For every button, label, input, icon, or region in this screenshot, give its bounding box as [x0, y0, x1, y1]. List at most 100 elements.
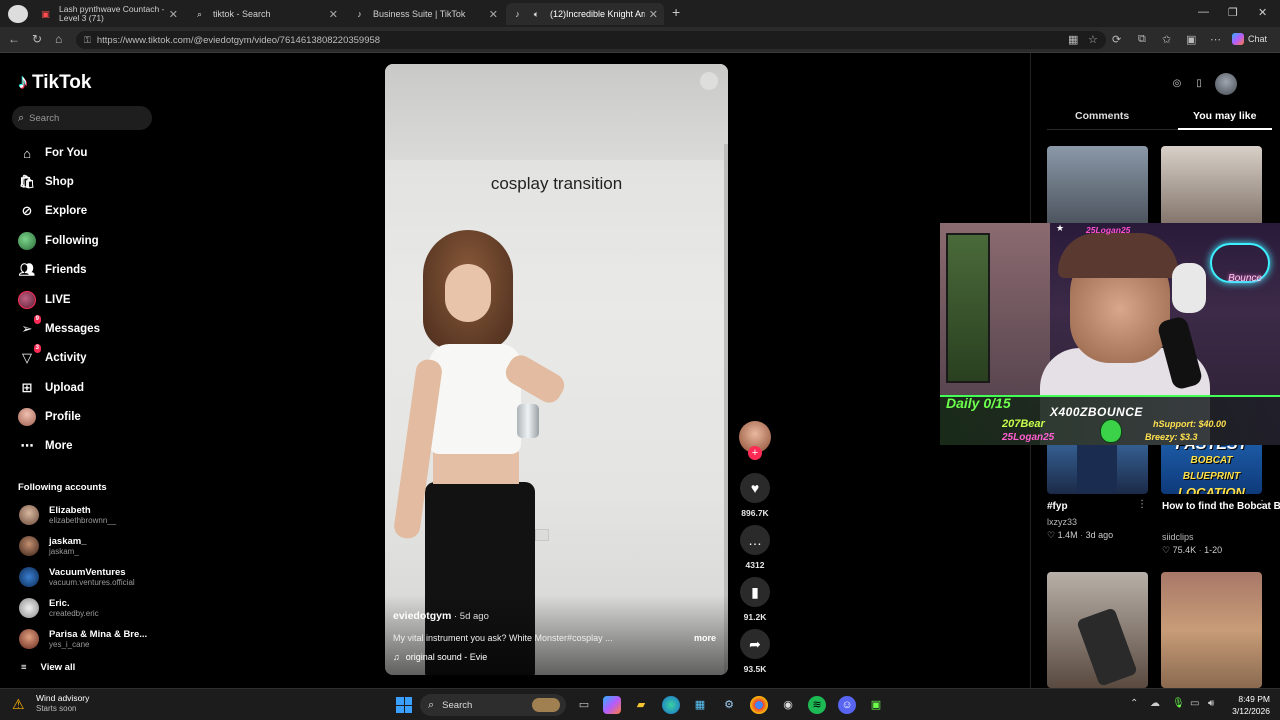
- copilot-chat-button[interactable]: Chat: [1232, 33, 1267, 45]
- favorite-star-icon[interactable]: ☆: [1088, 33, 1098, 46]
- browser-menu-icon[interactable]: [8, 5, 28, 23]
- weather-widget[interactable]: ⚠ Wind advisory Starts soon: [12, 693, 89, 714]
- close-tab-icon[interactable]: ✕: [489, 8, 498, 21]
- refresh-icon[interactable]: ↻: [32, 32, 42, 46]
- following-account[interactable]: VacuumVentures vacuum.ventures.official: [19, 565, 135, 589]
- user-avatar[interactable]: [1215, 73, 1237, 95]
- nav-following[interactable]: Following: [18, 231, 99, 251]
- video-player[interactable]: cosplay transition eviedotgym · 5d ago M…: [385, 64, 728, 675]
- search-favicon-icon: ⌕: [196, 8, 203, 19]
- card-author[interactable]: lxzyz33: [1047, 517, 1077, 527]
- site-info-icon[interactable]: ⚿: [84, 35, 91, 46]
- tab-countach[interactable]: ▣ Lash pynthwave Countach - 12 H... Leve…: [34, 3, 184, 25]
- task-view-icon[interactable]: ▭: [575, 696, 593, 714]
- following-account[interactable]: Parisa & Mina & Bre... yes_i_cane: [19, 627, 147, 651]
- video-thumbnail[interactable]: [1161, 572, 1262, 688]
- back-icon[interactable]: ←: [8, 32, 20, 46]
- tab-comments[interactable]: Comments: [1075, 110, 1129, 122]
- coin-icon[interactable]: ◎: [1171, 78, 1183, 90]
- video-thumbnail[interactable]: [1047, 572, 1148, 688]
- search-input[interactable]: ⌕ Search: [12, 106, 152, 130]
- volume-icon[interactable]: 🔊︎: [1208, 698, 1214, 709]
- stream-overlay[interactable]: Bounce ★ 25Logan25 Daily 0/15 X400ZBOUNC…: [940, 223, 1280, 445]
- split-screen-icon[interactable]: ▦: [1068, 33, 1078, 46]
- start-button[interactable]: [396, 697, 412, 713]
- store-icon[interactable]: ▦: [691, 696, 709, 714]
- video-sound[interactable]: ♫ original sound - Evie: [393, 652, 487, 662]
- nav-explore[interactable]: ⊘ Explore: [18, 201, 88, 221]
- taskbar-search[interactable]: ⌕ Search: [420, 694, 566, 716]
- tab-business-suite[interactable]: ♪ Business Suite | TikTok ✕: [348, 3, 504, 25]
- nav-upload[interactable]: ⊞ Upload: [18, 378, 84, 398]
- cloud-icon[interactable]: ☁: [1150, 698, 1160, 709]
- device-icon[interactable]: ▯: [1193, 78, 1205, 90]
- refresh-extension-icon[interactable]: ⟳: [1112, 33, 1121, 46]
- nav-messages[interactable]: ➢ 9 Messages: [18, 315, 100, 339]
- tiktok-page: ♪ TikTok ⌕ Search ⌂ For You 🛍︎ Shop ⊘ Ex…: [0, 53, 1280, 688]
- extensions-icon[interactable]: ⧉: [1138, 33, 1146, 46]
- edge-icon[interactable]: [662, 696, 680, 714]
- network-icon[interactable]: ▭: [1190, 698, 1199, 709]
- file-explorer-icon[interactable]: ▰: [632, 696, 650, 714]
- card-author[interactable]: siidclips: [1162, 532, 1194, 542]
- terminal-icon[interactable]: ▣: [867, 696, 885, 714]
- tab-you-may-like[interactable]: You may like: [1193, 110, 1256, 122]
- close-tab-icon[interactable]: ✕: [329, 8, 338, 21]
- following-account[interactable]: Eric. createdby.eric: [19, 596, 99, 620]
- speaker-icon[interactable]: 🔈︎: [531, 9, 542, 20]
- share-action[interactable]: ➦ 93.5K: [740, 629, 770, 674]
- maximize-icon[interactable]: ❐: [1228, 6, 1238, 19]
- nav-live[interactable]: LIVE: [18, 290, 71, 310]
- stream-follower: 207Bear: [1002, 418, 1045, 430]
- close-tab-icon[interactable]: ✕: [169, 8, 178, 21]
- save-action[interactable]: ▮ 91.2K: [740, 577, 770, 622]
- mic-icon[interactable]: 🎙︎: [1172, 698, 1185, 709]
- nav-activity[interactable]: ▽ 3 Activity: [18, 344, 87, 368]
- mute-icon[interactable]: [700, 72, 718, 90]
- nav-shop[interactable]: 🛍︎ Shop: [18, 172, 74, 192]
- chrome-icon[interactable]: [750, 696, 768, 714]
- copilot-app-icon[interactable]: [603, 696, 621, 714]
- card-title[interactable]: #fyp: [1047, 501, 1068, 512]
- tray-overflow-icon[interactable]: ⌃: [1130, 698, 1138, 709]
- more-options-icon[interactable]: ⋮: [1137, 499, 1147, 510]
- favorites-icon[interactable]: ✩: [1162, 33, 1171, 46]
- close-tab-icon[interactable]: ✕: [649, 8, 658, 21]
- tiktok-logo[interactable]: ♪ TikTok: [18, 71, 91, 94]
- home-icon[interactable]: ⌂: [55, 32, 62, 46]
- neon-sign-text: Bounce: [1228, 273, 1262, 284]
- tab-tiktok-search[interactable]: ⌕ tiktok - Search ✕: [188, 3, 344, 25]
- new-tab-button[interactable]: +: [672, 4, 680, 20]
- spotify-icon[interactable]: ≋: [808, 696, 826, 714]
- more-options-icon[interactable]: ⋮: [1257, 499, 1267, 510]
- comment-action[interactable]: … 4312: [740, 525, 770, 570]
- obs-icon[interactable]: ◉: [779, 696, 797, 714]
- search-icon: ⌕: [18, 111, 25, 124]
- video-author[interactable]: eviedotgym · 5d ago: [393, 610, 489, 622]
- nav-more[interactable]: ⋯ More: [18, 436, 73, 456]
- music-note-icon: ♫: [393, 652, 400, 662]
- follow-plus-icon[interactable]: +: [748, 446, 762, 460]
- system-clock[interactable]: 8:49 PM 3/12/2026: [1226, 693, 1270, 717]
- view-all-link[interactable]: ≡ View all: [21, 662, 75, 673]
- following-account[interactable]: Elizabeth elizabethbrownn__: [19, 503, 116, 527]
- discord-icon[interactable]: ☺: [838, 696, 856, 714]
- nav-profile[interactable]: Profile: [18, 407, 81, 427]
- minimize-icon[interactable]: —: [1198, 6, 1209, 18]
- thumb-text: LOCATION: [1178, 485, 1245, 494]
- url-field[interactable]: ⚿ https://www.tiktok.com/@eviedotgym/vid…: [76, 31, 1106, 49]
- tab-knight-armor[interactable]: ♪ 🔈︎ (12)Incredible Knight Armor C... ✕: [506, 3, 664, 25]
- collections-icon[interactable]: ▣: [1186, 33, 1196, 46]
- like-action[interactable]: ♥ 896.7K: [740, 473, 770, 518]
- nav-friends[interactable]: 👥︎ Friends: [18, 260, 87, 280]
- card-likes: 1.4M: [1057, 530, 1078, 540]
- settings-more-icon[interactable]: ⋯: [1210, 33, 1221, 46]
- nav-for-you[interactable]: ⌂ For You: [18, 143, 87, 163]
- description-more-button[interactable]: more: [694, 633, 716, 643]
- following-account[interactable]: jaskam_ jaskam_: [19, 534, 87, 558]
- more-icon: ⋯: [20, 438, 34, 453]
- meta-separator: ·: [1198, 545, 1202, 555]
- steam-icon[interactable]: ⚙: [720, 696, 738, 714]
- close-window-icon[interactable]: ✕: [1258, 6, 1267, 19]
- sound-name: original sound - Evie: [405, 652, 488, 662]
